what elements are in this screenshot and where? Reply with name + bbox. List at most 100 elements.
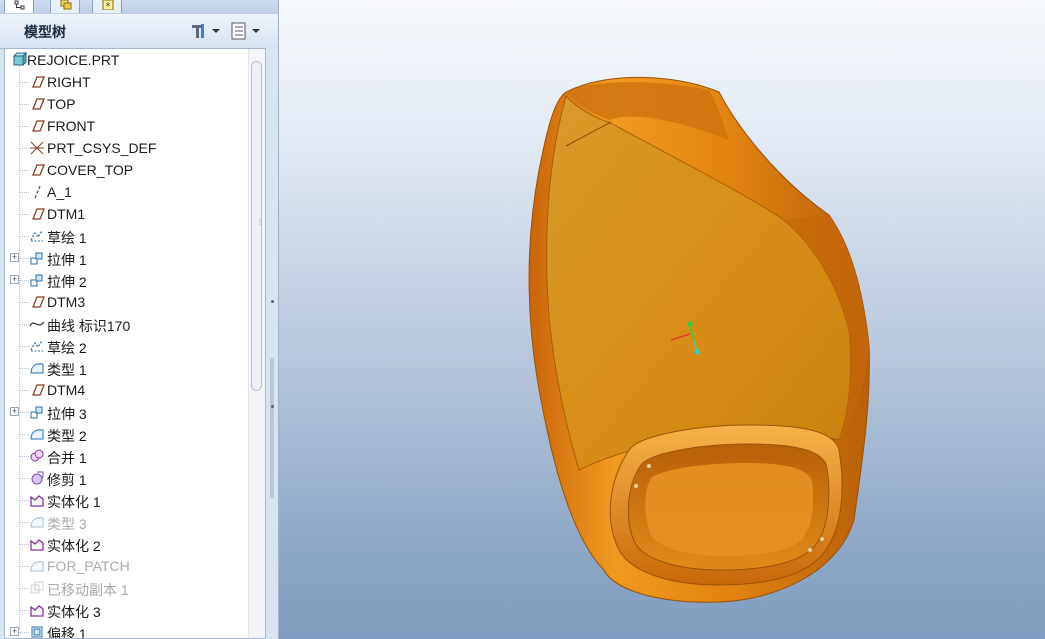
datum-axis-icon (34, 185, 41, 199)
tree-item-label: 草绘 2 (47, 340, 87, 356)
chevron-down-icon (212, 29, 220, 33)
splitter-handle[interactable] (270, 358, 274, 498)
tree-item[interactable]: FOR_PATCH (5, 555, 249, 577)
tree-guide-line (19, 170, 29, 171)
expand-toggle[interactable]: + (10, 627, 19, 636)
tree-item[interactable]: 修剪 1 (5, 467, 249, 489)
tree-item[interactable]: 实体化 3 (5, 599, 249, 621)
datum-plane-icon (32, 76, 45, 88)
panel-splitter[interactable] (266, 48, 278, 639)
tree-item[interactable]: 实体化 2 (5, 533, 249, 555)
part-icon (12, 52, 27, 67)
tree-item[interactable]: DTM1 (5, 203, 249, 225)
tree-item[interactable]: 合并 1 (5, 445, 249, 467)
tree-guide-line (19, 280, 29, 281)
tree-item[interactable]: RIGHT (5, 71, 249, 93)
sketch-icon (30, 230, 43, 242)
tree-item[interactable]: 类型 2 (5, 423, 249, 445)
graphics-viewport[interactable] (279, 0, 1045, 639)
extrude-icon (30, 406, 43, 419)
model-mark (808, 548, 812, 552)
tree-item-label: 合并 1 (47, 450, 87, 466)
tree-item[interactable]: A_1 (5, 181, 249, 203)
favorites-tab[interactable]: * (92, 0, 122, 13)
surface-icon (30, 561, 44, 572)
show-dropdown-button[interactable] (228, 21, 264, 41)
scroll-thumb[interactable]: ⋮ (251, 61, 264, 391)
tree-item[interactable]: + 偏移 1 (5, 621, 249, 639)
expand-toggle[interactable]: + (10, 253, 19, 262)
tree-item-label: PRT_CSYS_DEF (47, 140, 157, 156)
tree-item[interactable]: 已移动副本 1 (5, 577, 249, 599)
tree-item-label: 拉伸 1 (47, 252, 87, 268)
layer-tab[interactable] (50, 0, 80, 13)
tree-root-item[interactable]: REJOICE.PRT (5, 49, 249, 71)
tree-item[interactable]: PRT_CSYS_DEF (5, 137, 249, 159)
tree-item[interactable]: TOP (5, 93, 249, 115)
splitter-dot (271, 405, 274, 408)
tree-item[interactable]: 类型 3 (5, 511, 249, 533)
tree-item-label: FRONT (47, 118, 96, 134)
tree-item-label: 类型 1 (47, 362, 87, 378)
tree-item-label: 修剪 1 (47, 472, 87, 488)
3d-model[interactable] (279, 0, 1045, 639)
offset-icon (31, 626, 43, 638)
tree-guide-line (19, 478, 29, 479)
tree-item[interactable]: FRONT (5, 115, 249, 137)
svg-text:*: * (106, 2, 111, 10)
tree-item-label: 实体化 3 (47, 604, 101, 620)
tree-item-label: 曲线 标识170 (47, 318, 131, 334)
tree-guide-line (19, 126, 29, 127)
datum-plane-icon (32, 296, 45, 308)
settings-dropdown-button[interactable] (188, 21, 224, 41)
datum-plane-icon (32, 208, 45, 220)
tree-item-label: 偏移 1 (47, 626, 87, 639)
tree-item[interactable]: + 拉伸 1 (5, 247, 249, 269)
tree-guide-line (19, 324, 29, 325)
tree-item-label: 已移动副本 1 (47, 582, 129, 598)
datum-plane-icon (32, 120, 45, 132)
tree-guide-line (19, 566, 29, 567)
tree-item-label: 草绘 1 (47, 230, 87, 246)
tree-item-label: DTM1 (47, 206, 86, 222)
tree-item-label: 实体化 1 (47, 494, 101, 510)
tree-item[interactable]: DTM3 (5, 291, 249, 313)
tree-item[interactable]: 草绘 2 (5, 335, 249, 357)
splitter-dot (271, 300, 274, 303)
tree-guide-line (19, 412, 29, 413)
extrude-icon (30, 274, 43, 287)
extrude-icon (30, 252, 43, 265)
tree-guide-line (19, 192, 29, 193)
expand-toggle[interactable]: + (10, 275, 19, 284)
model-tree-panel: * 模型树 REJOICE.PRT RIGHT TOP FRONT PRT_CS… (0, 0, 279, 639)
panel-title: 模型树 (24, 25, 66, 41)
tree-scrollbar[interactable]: ⋮ (248, 49, 265, 638)
tree-guide-line (19, 236, 29, 237)
model-inner-floor (645, 463, 814, 556)
tree-guide-line (19, 544, 29, 545)
model-mark (634, 484, 638, 488)
tree-item-label: REJOICE.PRT (27, 52, 120, 68)
star-icon: * (102, 0, 114, 10)
tree-item[interactable]: + 拉伸 2 (5, 269, 249, 291)
tree-guide-line (19, 346, 29, 347)
tree-item[interactable]: 类型 1 (5, 357, 249, 379)
model-tree-tab[interactable] (4, 0, 34, 13)
layers-icon (60, 0, 72, 10)
tree-item[interactable]: + 拉伸 3 (5, 401, 249, 423)
tools-icon (192, 24, 204, 38)
tree-item[interactable]: 曲线 标识170 (5, 313, 249, 335)
list-view-icon (231, 22, 246, 40)
tree-item[interactable]: 实体化 1 (5, 489, 249, 511)
tree-item[interactable]: 草绘 1 (5, 225, 249, 247)
tree-guide-line (19, 390, 29, 391)
tree-guide-line (19, 632, 29, 633)
tree-guide-line (19, 214, 29, 215)
expand-toggle[interactable]: + (10, 407, 19, 416)
scroll-grip: ⋮ (256, 217, 264, 226)
tree-guide-line (19, 368, 29, 369)
tree-item[interactable]: DTM4 (5, 379, 249, 401)
tree-item-label: 类型 2 (47, 428, 87, 444)
tree-item[interactable]: COVER_TOP (5, 159, 249, 181)
datum-plane-icon (32, 164, 45, 176)
